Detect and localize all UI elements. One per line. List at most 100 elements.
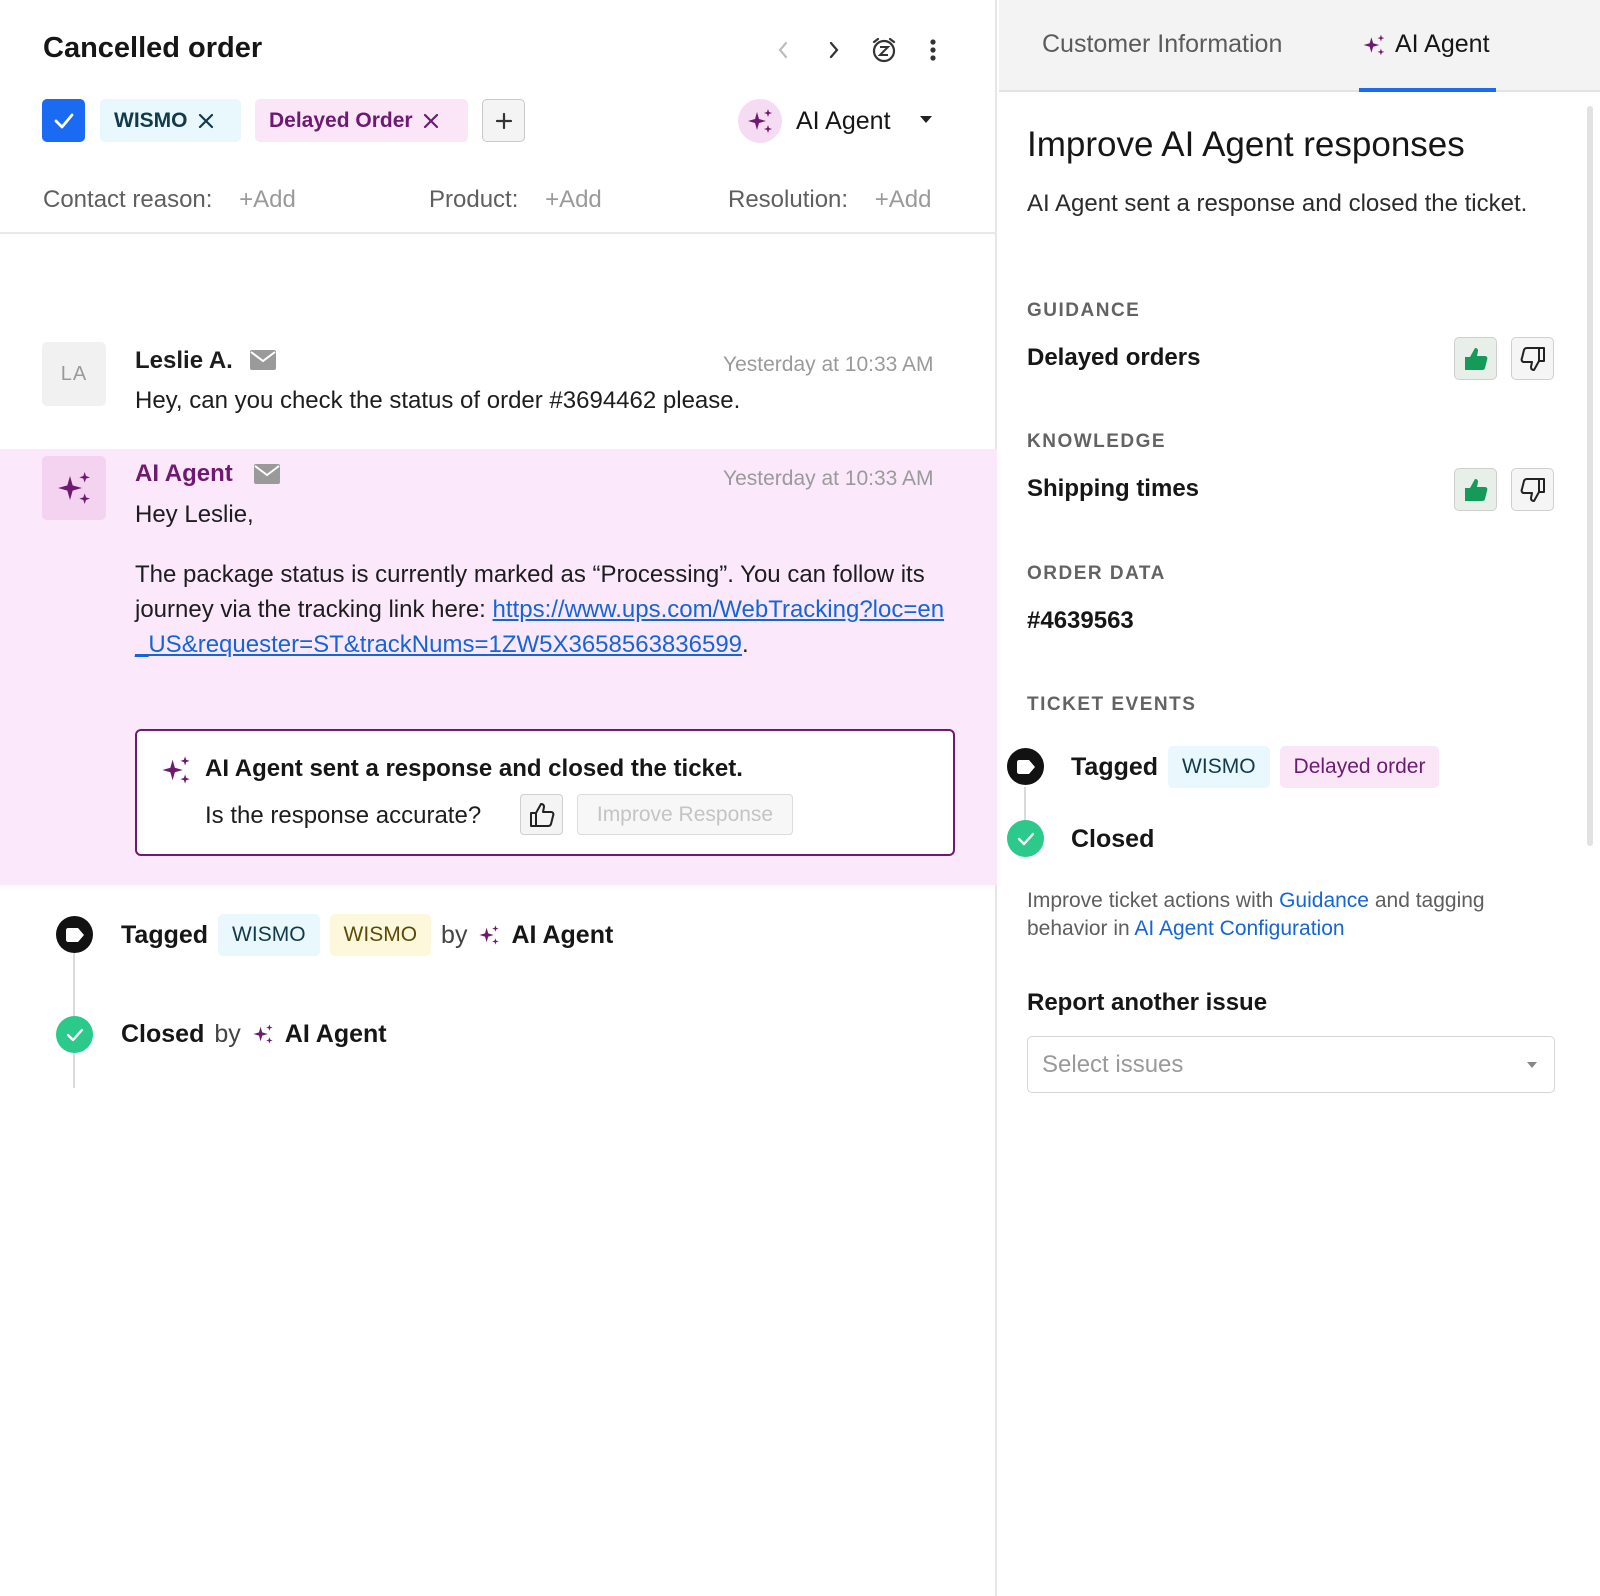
tab-customer-information[interactable]: Customer Information (1042, 30, 1282, 59)
closed-ticket-card: AI Agent sent a response and closed the … (135, 729, 955, 856)
select-issues-dropdown[interactable]: Select issues (1027, 1036, 1555, 1093)
add-tag-button[interactable] (482, 99, 525, 142)
link-suffix: . (742, 631, 749, 658)
snooze-button[interactable] (868, 34, 900, 66)
close-icon (198, 113, 213, 128)
check-icon (66, 1028, 83, 1041)
knowledge-label: KNOWLEDGE (1027, 431, 1167, 452)
closed-event-dot (56, 1016, 93, 1053)
message-timestamp: Yesterday at 10:33 AM (723, 467, 934, 490)
mail-icon (254, 464, 280, 484)
close-icon (423, 113, 438, 128)
sparkle-icon (162, 756, 190, 784)
thumbs-up-button[interactable] (520, 794, 563, 835)
agent-name: AI Agent (511, 920, 614, 949)
agent-name: AI Agent (284, 1019, 387, 1048)
guidance-value: Delayed orders (1027, 344, 1201, 371)
tag-event-dot (56, 916, 93, 953)
tagged-event: Tagged WISMO WISMO by AI Agent (121, 914, 613, 956)
helper-text: Improve ticket actions with Guidance and… (1027, 887, 1567, 943)
event-tag-chip: Delayed order (1279, 746, 1440, 788)
tagged-event: Tagged WISMO Delayed order (1071, 746, 1440, 788)
avatar: LA (42, 342, 106, 406)
caret-down-icon (1527, 1061, 1537, 1068)
report-issue-title: Report another issue (1027, 989, 1268, 1016)
panel-title: Improve AI Agent responses (1027, 125, 1465, 164)
guidance-link[interactable]: Guidance (1279, 889, 1369, 912)
tag-event-dot (1007, 748, 1044, 785)
tag-icon (1016, 759, 1035, 774)
panel-scrollbar[interactable] (1587, 106, 1593, 846)
tag-chip-wismo[interactable]: WISMO (100, 99, 241, 142)
add-resolution-button[interactable]: +Add (875, 186, 932, 213)
timeline-tag-chip: WISMO (218, 914, 320, 956)
active-tab-indicator (1359, 88, 1496, 92)
remove-tag-button[interactable] (423, 113, 439, 129)
message-body: The package status is currently marked a… (135, 557, 957, 662)
message-body: Hey, can you check the status of order #… (135, 387, 741, 414)
resolution-field: Resolution: +Add (728, 186, 931, 214)
tag-chip-delayed-order[interactable]: Delayed Order (255, 99, 468, 142)
guidance-label: GUIDANCE (1027, 300, 1141, 321)
assignee-dropdown[interactable]: AI Agent (738, 98, 933, 144)
closed-label: Closed (121, 1019, 205, 1048)
previous-ticket-button[interactable] (767, 34, 799, 66)
timeline-tag-chip: WISMO (329, 914, 432, 956)
sparkle-icon (58, 472, 90, 504)
assignee-label: AI Agent (796, 106, 891, 135)
closed-event: Closed (1071, 818, 1154, 860)
product-label: Product: (429, 186, 519, 213)
check-icon (54, 113, 73, 128)
agent-avatar (738, 99, 782, 143)
knowledge-thumbs-down-button[interactable] (1511, 468, 1554, 511)
guidance-thumbs-up-button[interactable] (1454, 337, 1497, 380)
tag-label: WISMO (114, 108, 188, 132)
add-contact-reason-button[interactable]: +Add (239, 186, 296, 213)
sparkle-icon (1363, 34, 1385, 55)
chevron-left-icon (778, 41, 788, 59)
tab-label: AI Agent (1395, 30, 1490, 58)
select-placeholder: Select issues (1042, 1050, 1184, 1078)
mail-icon (250, 350, 276, 370)
contact-reason-label: Contact reason: (43, 186, 213, 213)
select-ticket-checkbox[interactable] (42, 99, 85, 142)
message-greeting: Hey Leslie, (135, 501, 254, 528)
by-label: by (441, 920, 468, 949)
event-tag-chip: WISMO (1168, 746, 1270, 788)
add-product-button[interactable]: +Add (545, 186, 602, 213)
ai-agent-configuration-link[interactable]: AI Agent Configuration (1134, 917, 1344, 940)
snooze-icon (872, 37, 896, 63)
ticket-panel: Cancelled order WISMO Delayed Order AI A… (0, 0, 997, 1596)
guidance-thumbs-down-button[interactable] (1511, 337, 1554, 380)
helper-pre: Improve ticket actions with (1027, 889, 1280, 912)
sparkle-icon (253, 1024, 273, 1044)
improve-response-button[interactable]: Improve Response (577, 794, 793, 835)
chevron-right-icon (829, 41, 839, 59)
by-label: by (214, 1019, 241, 1048)
remove-tag-button[interactable] (198, 113, 214, 129)
resolution-label: Resolution: (728, 186, 849, 213)
thumbs-up-icon (1464, 347, 1487, 370)
more-vertical-icon (930, 39, 936, 61)
panel-subtitle: AI Agent sent a response and closed the … (1027, 190, 1528, 217)
thumbs-down-icon (1520, 346, 1545, 371)
product-field: Product: +Add (429, 186, 602, 214)
closed-event: Closed by AI Agent (121, 1013, 387, 1055)
closed-event-dot (1007, 820, 1044, 857)
sparkle-icon (748, 109, 772, 133)
tag-label: Delayed Order (269, 108, 413, 132)
closed-label: Closed (1071, 824, 1155, 853)
caret-down-icon (919, 112, 933, 130)
next-ticket-button[interactable] (818, 34, 850, 66)
ai-agent-panel: Customer Information AI Agent Improve AI… (999, 0, 1600, 1596)
closed-card-title: AI Agent sent a response and closed the … (205, 755, 743, 782)
avatar (42, 456, 106, 520)
more-options-button[interactable] (917, 34, 949, 66)
order-data-label: ORDER DATA (1027, 563, 1166, 584)
ticket-events-label: TICKET EVENTS (1027, 694, 1197, 715)
knowledge-thumbs-up-button[interactable] (1454, 468, 1497, 511)
tab-ai-agent[interactable]: AI Agent (1361, 30, 1490, 59)
panel-tabs: Customer Information AI Agent (999, 0, 1600, 92)
contact-reason-field: Contact reason: +Add (43, 186, 296, 214)
tagged-label: Tagged (121, 920, 209, 949)
